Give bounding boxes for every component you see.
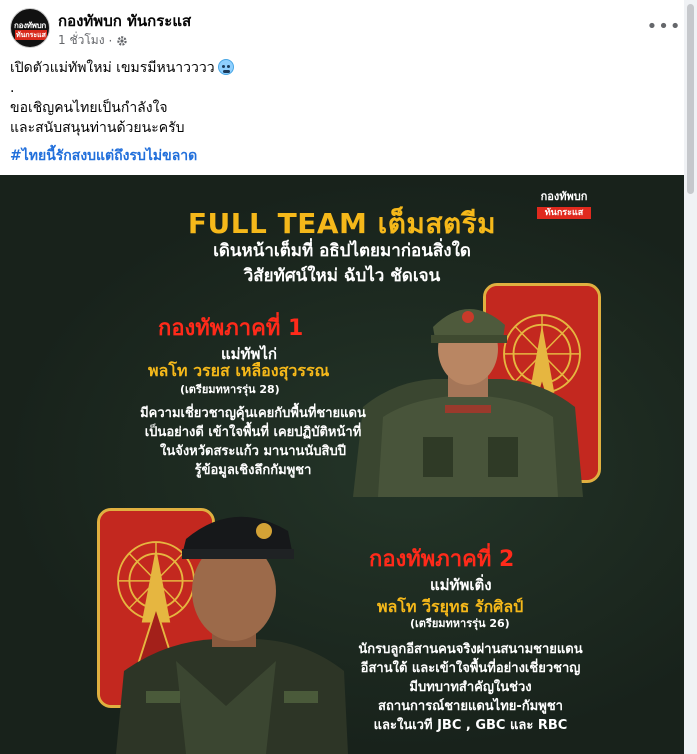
caption-line-4: และสนับสนุนท่านด้วยนะครับ bbox=[10, 120, 185, 136]
post-image[interactable]: กองทัพบก ทันกระแส FULL TEAM เต็มสตรีม เด… bbox=[0, 175, 684, 754]
army2-desc-line: นักรบลูกอีสานคนจริงผ่านสนามชายแดน bbox=[358, 642, 583, 657]
hashtag-link[interactable]: #ไทยนี้รักสงบแต่ถึงรบไม่ขลาด bbox=[10, 148, 197, 164]
page-scrollbar[interactable] bbox=[684, 0, 697, 754]
army2-heading: กองทัพภาคที่ 2 bbox=[369, 547, 515, 572]
army1-desc-line: เป็นอย่างดี เข้าใจพื้นที่ เคยปฏิบัติหน้า… bbox=[144, 425, 362, 440]
commander-2-photo bbox=[116, 501, 348, 754]
privacy-gear-icon[interactable] bbox=[116, 35, 128, 47]
army2-desc-line: อีสานใต้ และเข้าใจพื้นที่อย่างเชี่ยวชาญ bbox=[360, 661, 581, 676]
page-avatar[interactable]: กองทัพบก ทันกระแส bbox=[10, 8, 50, 48]
post-caption: เปิดตัวแม่ทัพใหม่ เขมรมีหนาวววว . ขอเชิญ… bbox=[10, 58, 670, 166]
scrollbar-thumb[interactable] bbox=[687, 4, 694, 194]
army2-desc-line: มีบทบาทสำคัญในช่วง bbox=[409, 680, 532, 695]
army2-class: (เตรียมทหารรุ่น 26) bbox=[410, 617, 510, 630]
caption-line-1: เปิดตัวแม่ทัพใหม่ เขมรมีหนาวววว bbox=[10, 58, 670, 78]
meta-separator: · bbox=[108, 33, 113, 48]
post-timestamp[interactable]: 1 ชั่วโมง bbox=[58, 31, 105, 50]
caption-hashtag-line: #ไทยนี้รักสงบแต่ถึงรบไม่ขลาด bbox=[10, 146, 670, 166]
caption-line-2: . bbox=[10, 80, 15, 96]
army1-description: มีความเชี่ยวชาญคุ้นเคยกับพื้นที่ชายแดน เ… bbox=[118, 404, 388, 480]
more-options-button[interactable]: ••• bbox=[647, 12, 681, 40]
facebook-post: กองทัพบก ทันกระแส กองทัพบก ทันกระแส 1 ชั… bbox=[0, 0, 684, 754]
post-header: กองทัพบก ทันกระแส กองทัพบก ทันกระแส 1 ชั… bbox=[0, 0, 684, 56]
army2-desc-line: และในเวที JBC , GBC และ RBC bbox=[373, 718, 568, 733]
army1-heading: กองทัพภาคที่ 1 bbox=[158, 316, 304, 341]
army1-desc-line: รู้ข้อมูลเชิงลึกกัมพูชา bbox=[194, 463, 312, 478]
post-meta: 1 ชั่วโมง · bbox=[58, 31, 128, 50]
page-name-link[interactable]: กองทัพบก ทันกระแส bbox=[58, 9, 191, 33]
caption-line-3: ขอเชิญคนไทยเป็นกำลังใจ bbox=[10, 100, 168, 116]
army1-desc-line: มีความเชี่ยวชาญคุ้นเคยกับพื้นที่ชายแดน bbox=[140, 406, 366, 421]
army2-desc-line: สถานการณ์ชายแดนไทย-กัมพูชา bbox=[378, 699, 563, 714]
army2-nickname: แม่ทัพเติ่ง bbox=[430, 576, 492, 594]
army2-description: นักรบลูกอีสานคนจริงผ่านสนามชายแดน อีสานใ… bbox=[328, 640, 613, 735]
army1-class: (เตรียมทหารรุ่น 28) bbox=[180, 383, 280, 396]
cold-face-emoji-icon bbox=[217, 59, 234, 75]
army1-desc-line: ในจังหวัดสระแก้ว มานานนับสิบปี bbox=[159, 444, 346, 459]
avatar-logo-line2: ทันกระแส bbox=[15, 30, 47, 40]
poster-subtitle-1: เดินหน้าเต็มที่ อธิปไตยมาก่อนสิ่งใด bbox=[213, 241, 471, 261]
